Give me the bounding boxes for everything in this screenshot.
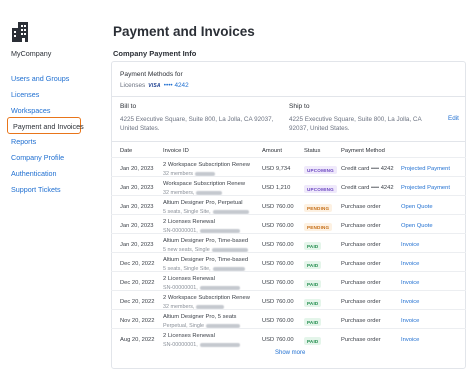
ship-to-label: Ship to	[289, 103, 310, 110]
row-action-link[interactable]: Invoice	[401, 337, 419, 343]
row-amount: USD 760.00	[262, 223, 294, 229]
column-header-amount: Amount	[262, 148, 282, 154]
row-amount: USD 760.00	[262, 318, 294, 324]
row-amount: USD 9,734	[262, 166, 291, 172]
card-number[interactable]: •••• 4242	[164, 82, 189, 89]
section-title: Company Payment Info	[113, 49, 197, 58]
row-payment-method: Purchase order	[341, 242, 381, 248]
row-title: Altium Designer Pro, Time-based	[163, 238, 249, 244]
row-title: Altium Designer Pro, Perpetual	[163, 200, 243, 206]
status-badge: PAID	[304, 261, 322, 269]
ship-to-address: 4225 Executive Square, Suite 800, La Jol…	[289, 116, 422, 132]
licenses-label: Licenses	[120, 82, 146, 89]
sidebar-item-reports[interactable]: Reports	[11, 137, 36, 146]
column-header-status: Status	[304, 148, 321, 154]
row-amount: USD 760.00	[262, 204, 294, 210]
status-badge: PAID	[304, 280, 322, 288]
column-header-payment-method: Payment Method	[341, 148, 385, 154]
sidebar: MyCompany Users and Groups Licenses Work…	[0, 0, 100, 380]
row-date: Nov 20, 2022	[120, 318, 155, 324]
row-action-link[interactable]: Projected Payment	[401, 166, 450, 172]
divider	[111, 96, 466, 97]
sidebar-item-licenses[interactable]: Licenses	[11, 90, 39, 99]
row-action-link[interactable]: Invoice	[401, 242, 419, 248]
sidebar-item-users-and-groups[interactable]: Users and Groups	[11, 74, 69, 83]
status-badge: PAID	[304, 318, 322, 326]
row-amount: USD 760.00	[262, 337, 294, 343]
row-date: Dec 20, 2022	[120, 299, 155, 305]
status-badge: PENDING	[304, 204, 333, 212]
company-name: MyCompany	[11, 49, 52, 58]
row-amount: USD 1,210	[262, 185, 291, 191]
row-payment-method: Purchase order	[341, 261, 381, 267]
row-amount: USD 760.00	[262, 261, 294, 267]
row-amount: USD 760.00	[262, 280, 294, 286]
column-header-invoice-id: Invoice ID	[163, 148, 189, 154]
row-title: Altium Designer Pro, Time-based	[163, 257, 249, 263]
row-payment-method: Purchase order	[341, 337, 381, 343]
row-title: 2 Licenses Renewal	[163, 333, 215, 339]
row-date: Aug 20, 2022	[120, 337, 155, 343]
row-action-link[interactable]: Invoice	[401, 299, 419, 305]
row-title: Workspace Subscription Renew	[163, 181, 246, 187]
column-header-date: Date	[120, 148, 133, 154]
building-logo-icon	[12, 22, 28, 42]
row-title: 2 Workspace Subscription Renew	[163, 295, 250, 301]
row-action-link[interactable]: Invoice	[401, 280, 419, 286]
show-more-link[interactable]: Show more	[275, 350, 305, 356]
bill-to-label: Bill to	[120, 103, 137, 110]
row-payment-method: Purchase order	[341, 223, 381, 229]
row-action-link[interactable]: Projected Payment	[401, 185, 450, 191]
row-payment-method: Credit card •••• 4242	[341, 185, 394, 191]
sidebar-item-payment-and-invoices[interactable]: Payment and Invoices	[7, 117, 84, 134]
row-amount: USD 760.00	[262, 299, 294, 305]
row-action-link[interactable]: Open Quote	[401, 204, 433, 210]
sidebar-item-company-profile[interactable]: Company Profile	[11, 153, 64, 162]
row-date: Dec 20, 2022	[120, 280, 155, 286]
sidebar-item-label: Payment and Invoices	[13, 121, 84, 131]
row-action-link[interactable]: Invoice	[401, 318, 419, 324]
sidebar-item-authentication[interactable]: Authentication	[11, 169, 57, 178]
row-date: Jan 20, 2023	[120, 242, 154, 248]
payment-method-line: Licenses VISA •••• 4242	[120, 82, 189, 89]
edit-address-link[interactable]: Edit	[448, 115, 459, 122]
row-payment-method: Purchase order	[341, 280, 381, 286]
row-payment-method: Purchase order	[341, 204, 381, 210]
status-badge: UPCOMING	[304, 166, 337, 174]
status-badge: PAID	[304, 299, 322, 307]
row-date: Dec 20, 2022	[120, 261, 155, 267]
status-badge: PAID	[304, 242, 322, 250]
status-badge: PENDING	[304, 223, 333, 231]
divider	[111, 141, 466, 142]
row-date: Jan 20, 2023	[120, 204, 154, 210]
row-title: 2 Workspace Subscription Renew	[163, 162, 250, 168]
sidebar-item-workspaces[interactable]: Workspaces	[11, 106, 50, 115]
row-title: Altium Designer Pro, 5 seats	[163, 314, 237, 320]
row-payment-method: Purchase order	[341, 299, 381, 305]
payment-methods-title: Payment Methods for	[120, 71, 183, 78]
row-date: Jan 20, 2023	[120, 185, 154, 191]
row-title: 2 Licenses Renewal	[163, 276, 215, 282]
row-date: Jan 20, 2023	[120, 223, 154, 229]
row-amount: USD 760.00	[262, 242, 294, 248]
row-action-link[interactable]: Open Quote	[401, 223, 433, 229]
row-payment-method: Credit card •••• 4242	[341, 166, 394, 172]
row-subtitle: SN-00000001,	[163, 342, 240, 348]
visa-icon: VISA	[148, 82, 161, 89]
sidebar-item-support-tickets[interactable]: Support Tickets	[11, 185, 61, 194]
page-title: Payment and Invoices	[113, 24, 255, 39]
status-badge: PAID	[304, 337, 322, 345]
bill-to-address: 4225 Executive Square, Suite 800, La Jol…	[120, 116, 274, 132]
row-action-link[interactable]: Invoice	[401, 261, 419, 267]
status-badge: UPCOMING	[304, 185, 337, 193]
row-date: Jan 20, 2023	[120, 166, 154, 172]
row-payment-method: Purchase order	[341, 318, 381, 324]
row-title: 2 Licenses Renewal	[163, 219, 215, 225]
